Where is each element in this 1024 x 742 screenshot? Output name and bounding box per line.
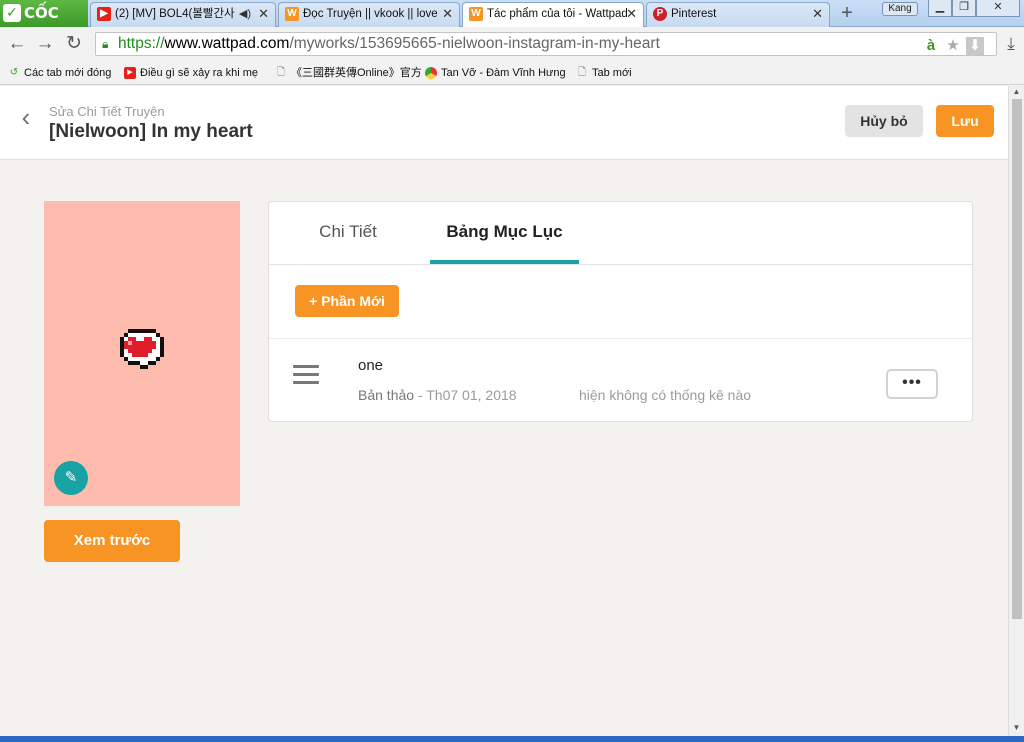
chrome-icon: [425, 67, 437, 79]
browser-tab-wattpad-active[interactable]: W Tác phẩm của tôi - Wattpad ✕: [462, 2, 644, 28]
page-scrollbar[interactable]: ▲ ▼: [1008, 86, 1024, 736]
youtube-icon: ▶: [124, 67, 136, 79]
part-status: Bản thảo - Th07 01, 2018: [358, 387, 517, 403]
edit-cover-pencil-icon[interactable]: ✎: [54, 461, 88, 495]
close-tab-icon[interactable]: ✕: [442, 3, 453, 25]
cancel-button[interactable]: Hủy bỏ: [845, 105, 923, 137]
close-window-button[interactable]: ✕: [976, 0, 1020, 17]
wattpad-page: ‹ Sửa Chi Tiết Truyện [Nielwoon] In my h…: [0, 86, 1008, 736]
story-title: [Nielwoon] In my heart: [49, 121, 253, 142]
scrollbar-thumb[interactable]: [1012, 99, 1022, 619]
back-chevron-icon[interactable]: ‹: [14, 102, 38, 132]
restore-button[interactable]: ❐: [952, 0, 976, 17]
minimize-button[interactable]: ▁: [928, 0, 952, 17]
url-path: /myworks/153695665-nielwoon-instagram-in…: [289, 35, 660, 52]
bookmark-new-tab[interactable]: 🗋 Tab mới: [576, 65, 632, 81]
part-stats: hiện không có thống kê nào: [579, 387, 752, 403]
bookmark-label: Tan Vỡ - Đàm Vĩnh Hưng: [441, 67, 566, 79]
story-cover: ✎: [44, 201, 240, 506]
url-host: www.wattpad.com: [164, 35, 290, 52]
tab-label: Đọc Truyện || vkook || love: [303, 8, 438, 20]
close-tab-icon[interactable]: ✕: [626, 3, 637, 25]
browser-tab-youtube[interactable]: ▶ (2) [MV] BOL4(볼빨간사 ◀) ✕: [90, 2, 276, 27]
tab-story-details[interactable]: Chi Tiết Truyện: [291, 202, 405, 301]
os-taskbar: [0, 736, 1024, 742]
wattpad-icon: W: [469, 7, 483, 21]
drag-handle-icon[interactable]: [293, 365, 319, 389]
bookmark-youtube[interactable]: ▶ Điều gì sẽ xảy ra khi mẹ: [124, 65, 258, 81]
browser-tab-pinterest[interactable]: P Pinterest ✕: [646, 2, 830, 27]
reload-icon[interactable]: ↻: [63, 33, 85, 55]
new-tab-button[interactable]: +: [836, 3, 858, 23]
tab-table-of-contents[interactable]: Bảng Mục Lục: [430, 202, 579, 264]
history-icon: ↺: [9, 67, 19, 78]
url-scheme: https://: [118, 35, 165, 52]
back-arrow-icon[interactable]: ←: [6, 33, 28, 55]
save-button[interactable]: Lưu: [936, 105, 994, 137]
panel-tabs: Chi Tiết Truyện Bảng Mục Lục: [269, 202, 972, 301]
address-bar-row: ← → ↻ 🔒︎ https://www.wattpad.com/myworks…: [0, 27, 1024, 61]
tab-label: Tác phẩm của tôi - Wattpad: [487, 8, 627, 20]
preview-button[interactable]: Xem trước: [44, 520, 180, 562]
address-bar[interactable]: 🔒︎ https://www.wattpad.com/myworks/15369…: [95, 32, 997, 56]
bookmark-label: Các tab mới đóng: [24, 67, 112, 79]
list-item[interactable]: one Bản thảo - Th07 01, 2018 hiện không …: [269, 338, 972, 422]
bookmark-label: 《三國群英傳Online》官方: [291, 67, 422, 79]
page-icon: 🗋: [276, 67, 286, 78]
coccoc-logo[interactable]: ✓ CỐC CỐC: [0, 0, 88, 49]
lock-icon: 🔒︎: [102, 37, 109, 51]
coccoc-logo-icon: ✓: [3, 4, 21, 22]
youtube-icon: ▶: [97, 7, 111, 21]
story-panel: Chi Tiết Truyện Bảng Mục Lục + Phần Mới …: [268, 201, 973, 422]
vietnamese-input-icon[interactable]: à: [922, 37, 940, 55]
page-icon: 🗋: [577, 67, 587, 78]
profile-button[interactable]: Kang: [882, 2, 918, 16]
scroll-up-icon[interactable]: ▲: [1009, 86, 1024, 98]
new-part-button[interactable]: + Phần Mới: [295, 285, 399, 317]
browser-tab-strip: ✓ CỐC CỐC ▶ (2) [MV] BOL4(볼빨간사 ◀) ✕ W Đọ…: [0, 0, 1024, 49]
part-date: - Th07 01, 2018: [414, 387, 517, 403]
bookmark-tan-vo[interactable]: Tan Vỡ - Đàm Vĩnh Hưng: [425, 65, 566, 81]
part-status-label: Bản thảo: [358, 387, 415, 403]
forward-arrow-icon[interactable]: →: [34, 33, 56, 55]
bookmark-recent-tabs[interactable]: ↺ Các tab mới đóng: [8, 65, 112, 81]
more-options-button[interactable]: •••: [886, 369, 938, 399]
scroll-down-icon[interactable]: ▼: [1009, 722, 1024, 734]
speaker-icon: ◀): [238, 8, 251, 20]
wattpad-icon: W: [285, 7, 299, 21]
header-subtitle: Sửa Chi Tiết Truyện: [49, 104, 165, 119]
bookmark-star-icon[interactable]: ★: [944, 37, 962, 55]
story-edit-header: ‹ Sửa Chi Tiết Truyện [Nielwoon] In my h…: [0, 86, 1008, 160]
download-icon[interactable]: ⤓: [1000, 33, 1022, 55]
close-tab-icon[interactable]: ✕: [812, 3, 823, 25]
pinterest-icon: P: [653, 7, 667, 21]
bookmark-sanguo[interactable]: 🗋 《三國群英傳Online》官方: [275, 65, 422, 81]
pixel-heart-bubble-icon: [120, 329, 164, 369]
savior-download-icon[interactable]: ⬇: [966, 37, 984, 55]
bookmark-label: Tab mới: [592, 67, 632, 79]
close-tab-icon[interactable]: ✕: [258, 3, 269, 25]
tab-label: (2) [MV] BOL4(볼빨간사: [115, 8, 235, 20]
tab-label: Pinterest: [671, 8, 717, 20]
bookmarks-bar: ↺ Các tab mới đóng ▶ Điều gì sẽ xảy ra k…: [0, 61, 1024, 85]
bookmark-label: Điều gì sẽ xảy ra khi mẹ: [140, 67, 258, 79]
browser-tab-doc-truyen[interactable]: W Đọc Truyện || vkook || love ✕: [278, 2, 460, 27]
part-title[interactable]: one: [358, 357, 383, 374]
